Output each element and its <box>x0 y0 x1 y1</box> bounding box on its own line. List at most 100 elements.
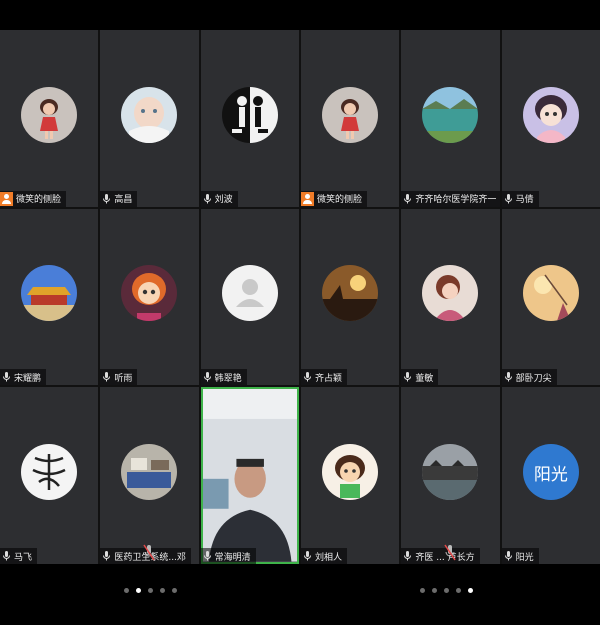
participant-name: 微笑的侧脸 <box>317 195 363 206</box>
microphone-icon <box>203 193 211 204</box>
camera-video-feed <box>202 389 297 562</box>
participant-name: 高昌 <box>114 195 133 206</box>
page-dot-active[interactable] <box>136 588 141 593</box>
cartoon-kid-avatar-icon <box>322 444 379 501</box>
cartoon-doll-avatar-icon <box>121 265 178 322</box>
host-badge-icon <box>0 191 13 206</box>
page-dot[interactable] <box>456 588 461 593</box>
calligraphy-avatar-icon <box>21 444 78 501</box>
participant-name: 马飞 <box>14 552 33 563</box>
doll-photo-avatar-icon <box>322 86 379 143</box>
microphone-icon <box>504 193 512 204</box>
participant-name: 常海明清 <box>214 552 251 563</box>
muted-microphone-icon <box>143 544 156 561</box>
page-indicator-left[interactable] <box>124 588 177 593</box>
page-dot[interactable] <box>420 588 425 593</box>
page-dot-active[interactable] <box>468 588 473 593</box>
text-avatar: 阳光 <box>522 444 579 501</box>
participant-name: 刘波 <box>214 195 233 206</box>
participant-tile[interactable]: 马飞 <box>0 387 99 564</box>
sunset-avatar-icon <box>322 265 379 322</box>
microphone-icon <box>103 193 111 204</box>
participant-name-bar: 微笑的侧脸 <box>0 190 67 207</box>
participant-name-bar: 董敏 <box>401 369 439 386</box>
participant-tile[interactable]: 高昌 <box>100 30 199 207</box>
participant-tile[interactable]: 齐医 ... 卢长方 <box>401 387 500 564</box>
participant-name: 马倩 <box>515 195 534 206</box>
muted-microphone-icon <box>444 544 457 561</box>
pager-bar <box>0 564 600 625</box>
fishing-sunset-avatar-icon <box>522 265 579 322</box>
participant-name: 宋耀鹏 <box>14 373 42 384</box>
room-photo-avatar-icon <box>121 444 178 501</box>
participant-name-bar: 齐医 ... 卢长方 <box>401 548 480 564</box>
page-dot[interactable] <box>148 588 153 593</box>
participant-tile[interactable]: 医药卫生系统...邓 <box>100 387 199 564</box>
active-speaker-tile[interactable]: 常海明清 <box>200 387 299 564</box>
microphone-icon <box>203 551 211 561</box>
participant-name-bar: 常海明清 <box>200 548 256 564</box>
participant-name: 阳光 <box>515 552 534 563</box>
participant-name-bar: 部卧刀尖 <box>501 369 557 386</box>
top-bar <box>0 0 600 30</box>
participant-name: 齐占颖 <box>315 373 343 384</box>
participant-name: 齐齐哈尔医学院齐一 <box>415 195 497 206</box>
microphone-icon <box>3 372 10 382</box>
page-dot[interactable] <box>172 588 177 593</box>
microphone-icon <box>404 551 412 561</box>
participant-name-bar: 高昌 <box>100 190 138 207</box>
participant-tile[interactable]: 部卧刀尖 <box>501 208 600 386</box>
participant-tile[interactable]: 董敏 <box>401 208 500 386</box>
participant-tile[interactable]: 齐占颖 <box>301 208 400 386</box>
participant-tile[interactable]: 刘波 <box>200 30 299 207</box>
page-dot[interactable] <box>432 588 437 593</box>
page-dot[interactable] <box>124 588 129 593</box>
participant-name-bar: 齐占颖 <box>301 369 348 386</box>
participant-tile[interactable]: 宋耀鹏 <box>0 208 99 386</box>
participant-tile[interactable]: 听雨 <box>100 208 199 386</box>
lakeside-village-avatar-icon <box>422 444 479 501</box>
default-user-avatar-icon <box>221 265 278 322</box>
microphone-icon <box>404 372 412 382</box>
participant-name: 微笑的侧脸 <box>16 195 62 206</box>
page-dot[interactable] <box>160 588 165 593</box>
microphone-icon <box>304 372 311 382</box>
participant-name-bar: 听雨 <box>100 369 138 386</box>
participant-name-bar: 阳光 <box>501 548 539 564</box>
participant-name-bar: 刘相人 <box>301 548 348 564</box>
host-badge-icon <box>301 191 314 206</box>
participant-tile[interactable]: 韩翠艳 <box>200 208 299 386</box>
participant-name-bar: 宋耀鹏 <box>0 369 47 386</box>
microphone-icon <box>203 372 211 382</box>
participant-tile[interactable]: 微笑的侧脸 <box>301 30 400 207</box>
participant-name-bar: 马飞 <box>0 548 38 564</box>
participant-name: 韩翠艳 <box>214 373 242 384</box>
microphone-icon <box>404 193 412 204</box>
microphone-icon <box>103 551 111 561</box>
participant-name: 刘相人 <box>315 552 343 563</box>
participant-grid: 微笑的侧脸 高昌 刘波 微笑的侧脸 齐齐哈尔医学院齐一 马倩 宋耀鹏 听雨 韩翠… <box>0 30 600 564</box>
microphone-icon <box>504 551 512 561</box>
participant-name-bar: 微笑的侧脸 <box>301 190 368 207</box>
baby-photo-avatar-icon <box>121 86 178 143</box>
microphone-icon <box>3 551 10 561</box>
participant-name-bar: 韩翠艳 <box>200 369 247 386</box>
participant-tile[interactable]: 阳光 阳光 <box>501 387 600 564</box>
page-dot[interactable] <box>444 588 449 593</box>
participant-name: 部卧刀尖 <box>515 373 552 384</box>
participant-tile[interactable]: 刘相人 <box>301 387 400 564</box>
participant-tile[interactable]: 齐齐哈尔医学院齐一 <box>401 30 500 207</box>
participant-tile[interactable]: 微笑的侧脸 <box>0 30 99 207</box>
participant-name-bar: 齐齐哈尔医学院齐一 <box>401 190 500 207</box>
doll-photo-avatar-icon <box>21 86 78 143</box>
illustrated-girl-avatar-icon <box>422 265 479 322</box>
participant-name-bar: 刘波 <box>200 190 238 207</box>
microphone-icon <box>504 372 512 382</box>
cartoon-girl-avatar-icon <box>522 86 579 143</box>
black-white-art-avatar-icon <box>221 86 278 143</box>
palace-avatar-icon <box>21 265 78 322</box>
participant-tile[interactable]: 马倩 <box>501 30 600 207</box>
lake-landscape-avatar-icon <box>422 86 479 143</box>
microphone-icon <box>304 551 311 561</box>
page-indicator-right[interactable] <box>420 588 473 593</box>
